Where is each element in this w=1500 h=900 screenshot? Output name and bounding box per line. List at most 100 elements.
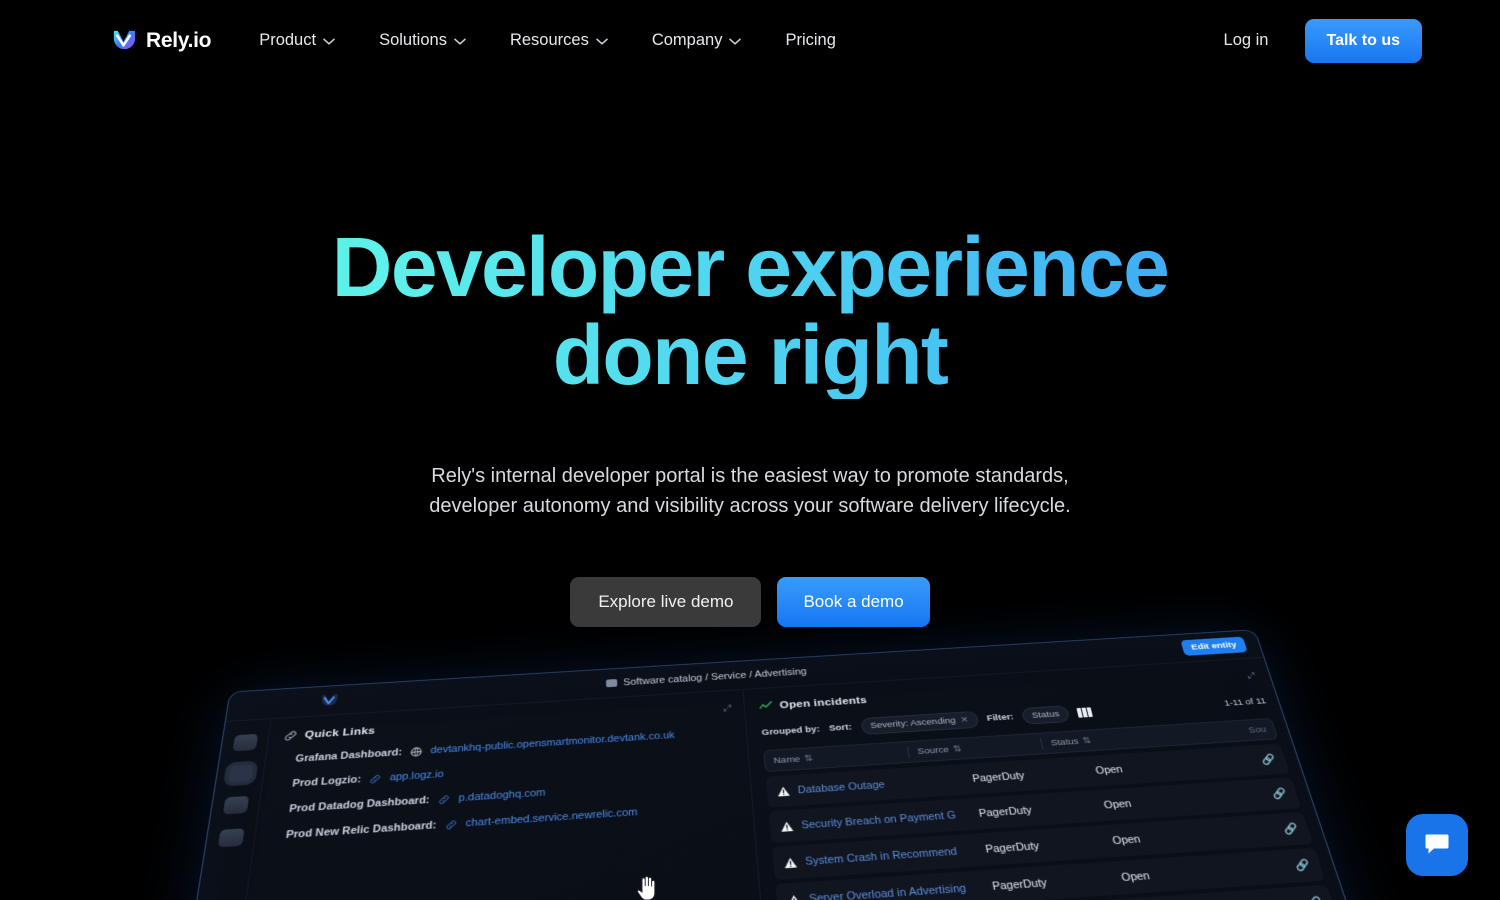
nav-item-label: Product: [259, 31, 317, 49]
divider: [1040, 737, 1044, 750]
catalog-icon: [605, 678, 618, 688]
warning-triangle-icon: [779, 820, 794, 832]
warning-triangle-icon: [776, 785, 791, 797]
breadcrumb[interactable]: Software catalog / Service / Advertising: [605, 666, 808, 688]
sort-icon[interactable]: ⇅: [952, 744, 962, 754]
scorecards-icon[interactable]: [222, 795, 249, 815]
breadcrumb-text: Software catalog / Service / Advertising: [623, 666, 808, 688]
nav-item-pricing[interactable]: Pricing: [785, 23, 835, 58]
incident-source: PagerDuty: [977, 804, 1033, 820]
quick-link-url[interactable]: p.datadoghq.com: [458, 787, 545, 804]
nav-item-label: Pricing: [785, 31, 836, 49]
external-link-icon[interactable]: 🔗: [1305, 896, 1325, 900]
nav-item-resources[interactable]: Resources: [510, 23, 608, 58]
external-link-icon[interactable]: 🔗: [1282, 822, 1300, 836]
product-screenshot-stage: Software catalog / Service / Advertising…: [0, 629, 1500, 900]
quick-link-url[interactable]: chart-embed.service.newrelic.com: [465, 807, 637, 830]
catalog-icon[interactable]: [227, 764, 254, 783]
home-icon[interactable]: [232, 733, 258, 752]
incident-name[interactable]: Database Outage: [797, 773, 973, 796]
rely-chevron-logo-icon: [318, 692, 339, 710]
hero-subtitle-line-2: developer autonomy and visibility across…: [429, 495, 1071, 517]
column-header-label: Sou: [1247, 724, 1268, 736]
quick-link-label: Grafana Dashboard:: [294, 746, 403, 765]
chevron-down-icon: [729, 38, 742, 45]
external-link-icon[interactable]: 🔗: [1260, 753, 1278, 766]
pagination-label: 1-11 of 11: [1222, 696, 1268, 709]
external-link-icon[interactable]: 🔗: [1271, 787, 1289, 800]
column-header-label: Name: [773, 753, 801, 766]
column-header-source[interactable]: Source ⇅: [917, 744, 962, 757]
product-screenshot: Software catalog / Service / Advertising…: [131, 629, 1450, 900]
chevron-down-icon: [454, 38, 466, 45]
navbar: Rely.io Product Solutions Resources Comp…: [0, 0, 1500, 81]
automations-icon[interactable]: [217, 828, 245, 848]
sort-icon[interactable]: ⇅: [1081, 735, 1092, 745]
filter-value-text: Status: [1030, 709, 1061, 721]
navbar-actions: Log in Talk to us: [1224, 18, 1422, 63]
incident-status: Open: [1111, 833, 1142, 847]
nav-links: Product Solutions Resources Company Pric…: [259, 23, 836, 58]
hero-cta-group: Explore live demo Book a demo: [0, 577, 1500, 627]
incident-status: Open: [1094, 763, 1124, 777]
rely-chevron-logo-icon: [110, 27, 137, 54]
columns-icon[interactable]: [1076, 707, 1093, 718]
sort-label: Sort:: [828, 722, 853, 734]
nav-item-product[interactable]: Product: [259, 23, 335, 58]
nav-item-company[interactable]: Company: [652, 23, 742, 58]
link-icon: [445, 819, 457, 830]
sort-value-text: Severity: Ascending: [869, 715, 957, 731]
explore-live-demo-button[interactable]: Explore live demo: [570, 577, 762, 627]
expand-collapse-icon[interactable]: ⤢: [1246, 671, 1259, 681]
link-icon: [438, 794, 450, 805]
quick-link-url[interactable]: app.logz.io: [389, 769, 444, 783]
login-link[interactable]: Log in: [1224, 31, 1269, 50]
open-incidents-title: Open incidents: [779, 694, 868, 711]
hero-section: Developer experience done right Rely's i…: [0, 81, 1500, 627]
incident-name[interactable]: Security Breach on Payment G: [801, 808, 980, 831]
grouped-by-label: Grouped by:: [761, 724, 821, 738]
landing-page: Rely.io Product Solutions Resources Comp…: [0, 0, 1500, 900]
chat-bubble-icon: [1423, 829, 1451, 862]
column-header-name[interactable]: Name ⇅: [773, 753, 813, 765]
filter-value-chip[interactable]: Status: [1021, 705, 1071, 725]
chat-widget-button[interactable]: [1406, 814, 1468, 876]
quick-link-label: Prod Logzio:: [291, 773, 362, 790]
chevron-down-icon: [323, 38, 335, 45]
quick-link-url[interactable]: devtankhq-public.opensmartmonitor.devtan…: [430, 730, 675, 756]
incident-name[interactable]: Server Overload in Advertising: [809, 880, 994, 900]
talk-to-us-button[interactable]: Talk to us: [1304, 18, 1422, 63]
incident-status: Open: [1120, 869, 1152, 884]
nav-item-label: Solutions: [379, 31, 447, 49]
hero-title-line-1: Developer experience: [331, 220, 1169, 314]
chevron-down-icon: [596, 38, 608, 45]
book-a-demo-button[interactable]: Book a demo: [777, 577, 930, 627]
sort-icon[interactable]: ⇅: [804, 753, 813, 764]
close-icon[interactable]: ✕: [960, 715, 969, 725]
warning-triangle-icon: [783, 856, 798, 869]
column-header-status[interactable]: Status ⇅: [1050, 735, 1092, 747]
hero-title-line-2: done right: [552, 308, 948, 402]
incident-icon: [759, 700, 773, 712]
quick-link-label: Prod Datadog Dashboard:: [288, 794, 430, 815]
link-chain-icon: [283, 730, 298, 742]
warning-triangle-icon: [786, 893, 802, 900]
incident-source: PagerDuty: [991, 876, 1049, 893]
grafana-icon: [410, 746, 422, 757]
external-link-icon[interactable]: 🔗: [1293, 858, 1313, 872]
expand-collapse-icon[interactable]: ⤢: [723, 703, 734, 713]
quick-links-title: Quick Links: [304, 725, 376, 741]
hero-subtitle-line-1: Rely's internal developer portal is the …: [431, 465, 1069, 487]
incident-name[interactable]: System Crash in Recommend: [805, 843, 987, 867]
open-incidents-panel: Open incidents ⤢ Grouped by: Sort: Sever…: [743, 658, 1448, 900]
nav-item-label: Resources: [509, 31, 589, 49]
brand-logo[interactable]: Rely.io: [110, 27, 212, 54]
nav-item-solutions[interactable]: Solutions: [379, 23, 466, 58]
quick-link-label: Prod New Relic Dashboard:: [285, 819, 437, 842]
sort-value-chip[interactable]: Severity: Ascending ✕: [859, 710, 980, 735]
hand-pointer-cursor-icon: [634, 872, 660, 900]
quick-links-panel: Quick Links ⤢ Grafana Dashboard: devtank…: [190, 689, 792, 900]
edit-entity-button[interactable]: Edit entity: [1180, 636, 1248, 656]
column-header-extra[interactable]: Sou: [1247, 724, 1267, 735]
link-icon: [369, 773, 382, 784]
